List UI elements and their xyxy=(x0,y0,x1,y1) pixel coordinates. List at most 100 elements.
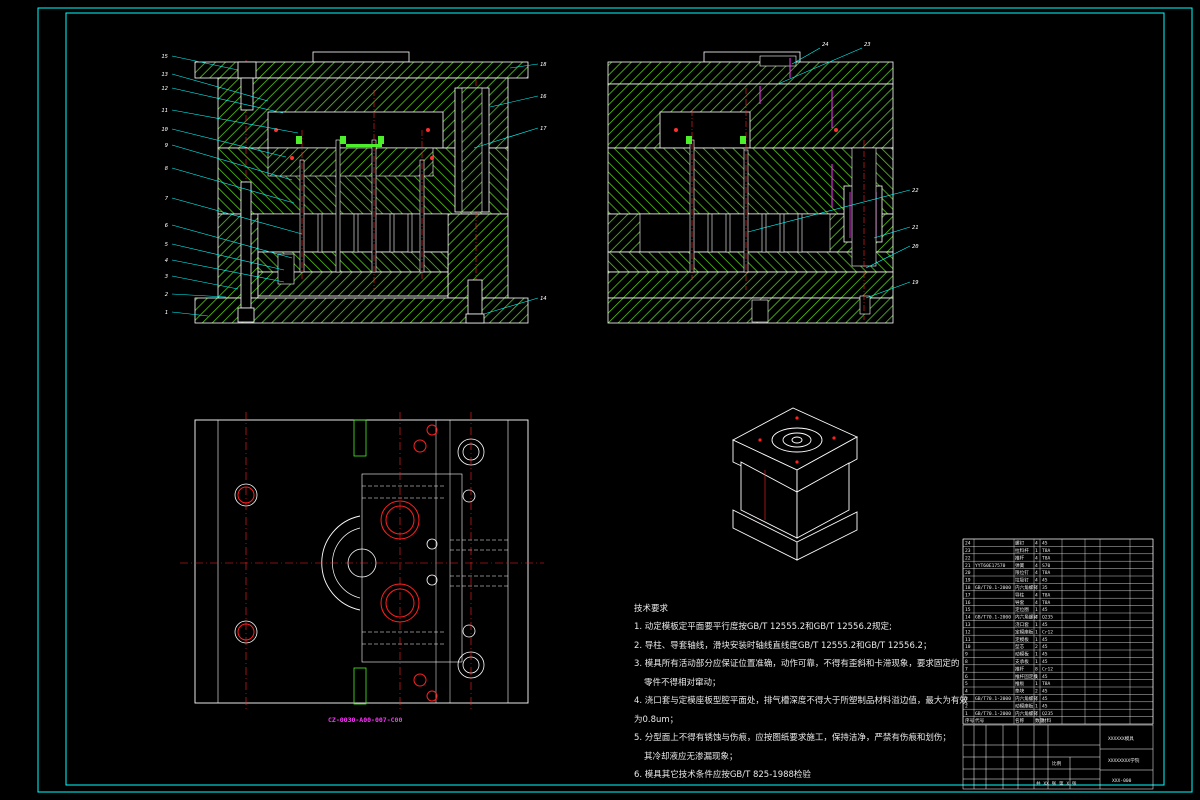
bom-cell-qty: 4 xyxy=(1035,541,1038,547)
bom-cell-name: 动模座板 xyxy=(1015,702,1034,709)
bom-cell-mat: 45 xyxy=(1042,659,1048,665)
bom-cell-code: YYT60E17570 xyxy=(975,563,1006,569)
note-line: 3. 模具所有活动部分应保证位置准确，动作可靠，不得有歪斜和卡滞现象，要求固定的 xyxy=(634,659,960,669)
bom-cell-mat: Q235 xyxy=(1042,615,1053,621)
bom-cell-name: 名称 xyxy=(1015,717,1025,724)
part-label: 14 xyxy=(540,296,547,302)
bom-cell-qty: 1 xyxy=(1035,622,1038,628)
bom-cell-mat: T8A xyxy=(1042,681,1051,687)
mold-drawing: 24 螺钉 4 4523 拉料杆 1 T8A22 推杆 4 T8A21 YYT60E17570 弹簧 4… xyxy=(37,7,1193,793)
bom-cell-qty: 4 xyxy=(1035,592,1038,598)
bom-cell-name: 拉料杆 xyxy=(1015,547,1029,554)
bom-cell-name: 浇口套 xyxy=(1015,621,1029,628)
title-scale-label: 比例 xyxy=(1052,760,1062,767)
bom-cell-name: 限位钉 xyxy=(1015,569,1029,576)
bom-cell-mat: 45 xyxy=(1042,578,1048,584)
title-drawing-code: XXX-000 xyxy=(1112,778,1132,784)
part-label: 15 xyxy=(161,54,168,60)
bom-cell-qty: 1 xyxy=(1035,659,1038,665)
note-line: 2. 导柱、导套轴线，滑块安装时轴线直线度GB/T 12555.2和GB/T 1… xyxy=(634,640,932,651)
part-label: 17 xyxy=(540,126,547,132)
bom-cell-no: 10 xyxy=(965,644,971,650)
part-label: 20 xyxy=(912,244,919,250)
title-company: XXXXXXXX学院 xyxy=(1108,757,1140,764)
bom-cell-no: 20 xyxy=(965,570,971,576)
bom-cell-qty: 4 xyxy=(1035,578,1038,584)
bom-cell-no: 19 xyxy=(965,578,971,584)
bom-cell-name: 弹簧 xyxy=(1015,562,1025,569)
bom-cell-name: 推杆 xyxy=(1015,554,1025,561)
bom-cell-no: 序号 xyxy=(965,717,975,724)
part-label: 22 xyxy=(912,188,919,194)
bom-cell-code: GB/T70.1-2000 xyxy=(975,711,1011,717)
bom-cell-no: 1 xyxy=(965,711,968,717)
bom-cell-no: 5 xyxy=(965,681,968,687)
bom-cell-no: 21 xyxy=(965,563,971,569)
note-line: 其冷却液应无渗漏现象； xyxy=(644,751,738,762)
part-label: 5 xyxy=(165,242,168,248)
note-line: 4. 浇口套与定模座板型腔平面处，排气槽深度不得大于所塑制品材料溢边值，最大为有… xyxy=(634,696,968,706)
bom-cell-no: 6 xyxy=(965,674,968,680)
part-label: 8 xyxy=(165,166,169,172)
bom-cell-no: 17 xyxy=(965,592,971,598)
bom-cell-code: GB/T70.1-2000 xyxy=(975,585,1011,591)
title-drawing-name: XXXXXX模具 xyxy=(1108,735,1134,742)
part-label: 19 xyxy=(912,280,919,286)
note-line: 零件不得相对窜动； xyxy=(644,677,721,688)
notes-title: 技术要求 xyxy=(634,604,669,614)
bom-cell-name: 定模板 xyxy=(1015,636,1029,643)
bom-cell-qty: 1 xyxy=(1035,681,1038,687)
bom-cell-mat: Cr12 xyxy=(1042,666,1053,672)
bom-cell-mat: 45 xyxy=(1042,607,1048,613)
bom-cell-name: 推杆 xyxy=(1015,665,1025,672)
bom-cell-qty: 1 xyxy=(1035,607,1038,613)
bom-cell-no: 15 xyxy=(965,607,971,613)
part-label: 13 xyxy=(161,72,168,78)
part-label: 1 xyxy=(165,310,168,316)
part-label: 4 xyxy=(165,258,168,264)
bom-cell-name: 型芯 xyxy=(1015,643,1025,650)
bom-cell-qty: 1 xyxy=(1035,629,1038,635)
left-section-view xyxy=(194,51,529,324)
part-label: 21 xyxy=(912,225,919,231)
bom-cell-mat: 45 xyxy=(1042,637,1048,643)
bom-cell-mat: 45 xyxy=(1042,622,1048,628)
bom-cell-no: 18 xyxy=(965,585,971,591)
isometric-view xyxy=(731,407,859,561)
part-label: 16 xyxy=(540,94,547,100)
note-line: 为0.8um； xyxy=(634,714,679,725)
bom-cell-code: GB/T70.1-2000 xyxy=(975,615,1011,621)
bom-cell-name: 垫块 xyxy=(1015,688,1025,695)
bom-cell-mat: T8A xyxy=(1042,592,1051,598)
bom-cell-mat: T8A xyxy=(1042,600,1051,606)
note-line: 6. 模具其它技术条件应按GB/T 825-1988检验 xyxy=(634,770,811,780)
part-label: 2 xyxy=(165,292,169,298)
bom-cell-qty: 8 xyxy=(1035,666,1038,672)
bom-cell-no: 9 xyxy=(965,652,968,658)
bom-cell-qty: 1 xyxy=(1035,548,1038,554)
bom-cell-name: 推板 xyxy=(1015,680,1025,687)
bom-cell-no: 12 xyxy=(965,629,971,635)
part-label: 7 xyxy=(165,196,169,202)
part-label: 9 xyxy=(165,143,168,149)
bom-cell-qty: 4 xyxy=(1035,570,1038,576)
bom-cell-no: 8 xyxy=(965,659,968,665)
bom-cell-mat: 45 xyxy=(1042,644,1048,650)
part-label: 11 xyxy=(161,108,168,114)
bom-cell-qty: 1 xyxy=(1035,637,1038,643)
part-label: 18 xyxy=(540,62,547,68)
bom-cell-mat: T8A xyxy=(1042,570,1051,576)
bom-cell-qty: 4 xyxy=(1035,555,1038,561)
part-label: 10 xyxy=(161,127,168,133)
bom-cell-qty: 4 xyxy=(1035,585,1038,591)
bom-cell-no: 11 xyxy=(965,637,971,643)
bom-cell-mat: 45 xyxy=(1042,689,1048,695)
bom-cell-name: 螺钉 xyxy=(1015,540,1025,547)
bom-cell-mat: T8A xyxy=(1042,555,1051,561)
bom-cell-name: 垃圾钉 xyxy=(1015,577,1029,584)
part-number-label: CZ-0030-A00-007-C00 xyxy=(328,716,403,724)
bom-table: 24 螺钉 4 4523 拉料杆 1 T8A22 推杆 4 T8A21 YYT60E17570 弹簧 4… xyxy=(962,538,1154,725)
bom-cell-qty: 1 xyxy=(1035,652,1038,658)
bom-cell-qty: 4 xyxy=(1035,600,1038,606)
bom-cell-no: 22 xyxy=(965,555,971,561)
